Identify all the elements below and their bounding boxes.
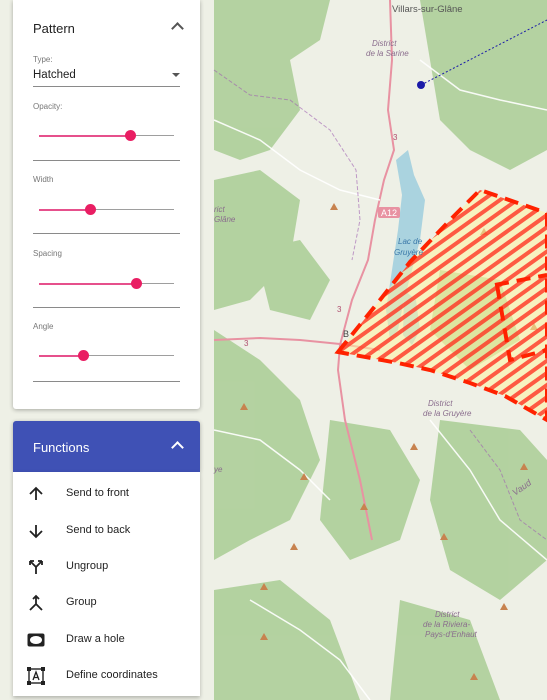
group-icon	[29, 594, 43, 611]
send-to-front-item[interactable]: Send to front	[13, 476, 200, 510]
road-label: 3	[337, 305, 342, 314]
district-label: Pays-d'Enhaut	[425, 630, 478, 639]
width-label: Width	[33, 175, 54, 184]
town-label: Villars-sur-Glâne	[392, 4, 463, 15]
spacing-slider[interactable]	[39, 278, 174, 290]
vertex-marker[interactable]	[417, 81, 425, 89]
slider-thumb[interactable]	[130, 278, 142, 289]
type-select-underline	[33, 86, 180, 87]
width-underline	[33, 233, 180, 234]
functions-panel-header[interactable]: Functions	[13, 421, 200, 472]
ungroup-item[interactable]: Ungroup	[13, 549, 200, 583]
send-to-back-item[interactable]: Send to back	[13, 513, 200, 547]
town-label: B	[343, 329, 349, 339]
district-label: rict	[214, 205, 225, 214]
width-slider[interactable]	[39, 204, 174, 216]
function-label: Send to back	[66, 524, 131, 536]
coordinates-icon	[27, 667, 45, 685]
district-label: ye	[213, 465, 223, 474]
district-label: District	[435, 610, 460, 619]
draw-a-hole-item[interactable]: Draw a hole	[13, 622, 200, 656]
function-label: Ungroup	[66, 560, 109, 572]
function-label: Send to front	[66, 487, 129, 499]
angle-underline	[33, 381, 180, 382]
ungroup-icon	[29, 560, 43, 574]
type-label: Type:	[33, 55, 53, 64]
spacing-underline	[33, 307, 180, 308]
lake-label: Gruyère	[394, 248, 423, 257]
district-label: de la Sarine	[366, 49, 409, 58]
function-label: Define coordinates	[66, 669, 158, 681]
define-coordinates-item[interactable]: Define coordinates	[13, 658, 200, 692]
hole-icon	[27, 633, 45, 647]
road-label: A12	[381, 208, 397, 218]
slider-thumb[interactable]	[84, 204, 96, 215]
angle-slider[interactable]	[39, 350, 174, 362]
lake-label: Lac de	[398, 237, 423, 246]
slider-thumb[interactable]	[78, 350, 90, 361]
road-label: 3	[244, 339, 249, 348]
functions-list: Send to front Send to back Ungroup Group…	[13, 472, 200, 696]
chevron-up-icon[interactable]	[171, 441, 184, 454]
opacity-slider[interactable]	[39, 130, 174, 142]
type-select-value[interactable]: Hatched	[33, 69, 76, 81]
caret-down-icon[interactable]	[172, 73, 180, 77]
slider-thumb[interactable]	[125, 130, 137, 141]
function-label: Draw a hole	[66, 633, 125, 645]
pattern-panel-title: Pattern	[33, 21, 75, 36]
group-item[interactable]: Group	[13, 585, 200, 619]
district-label: District	[372, 39, 397, 48]
road-label: 3	[393, 133, 398, 142]
opacity-underline	[33, 160, 180, 161]
angle-label: Angle	[33, 322, 54, 331]
pattern-panel: Pattern Type: Hatched Opacity: Width Spa…	[13, 0, 200, 409]
arrow-up-icon	[29, 486, 43, 500]
chevron-up-icon[interactable]	[171, 22, 184, 35]
district-label: de la Riviera-	[423, 620, 470, 629]
arrow-down-icon	[29, 525, 43, 539]
district-label: de la Gruyère	[423, 409, 472, 418]
spacing-label: Spacing	[33, 249, 62, 258]
opacity-label: Opacity:	[33, 102, 63, 111]
district-label: Glâne	[214, 215, 236, 224]
function-label: Group	[66, 596, 97, 608]
functions-panel-title: Functions	[33, 440, 90, 455]
district-label: District	[428, 399, 453, 408]
